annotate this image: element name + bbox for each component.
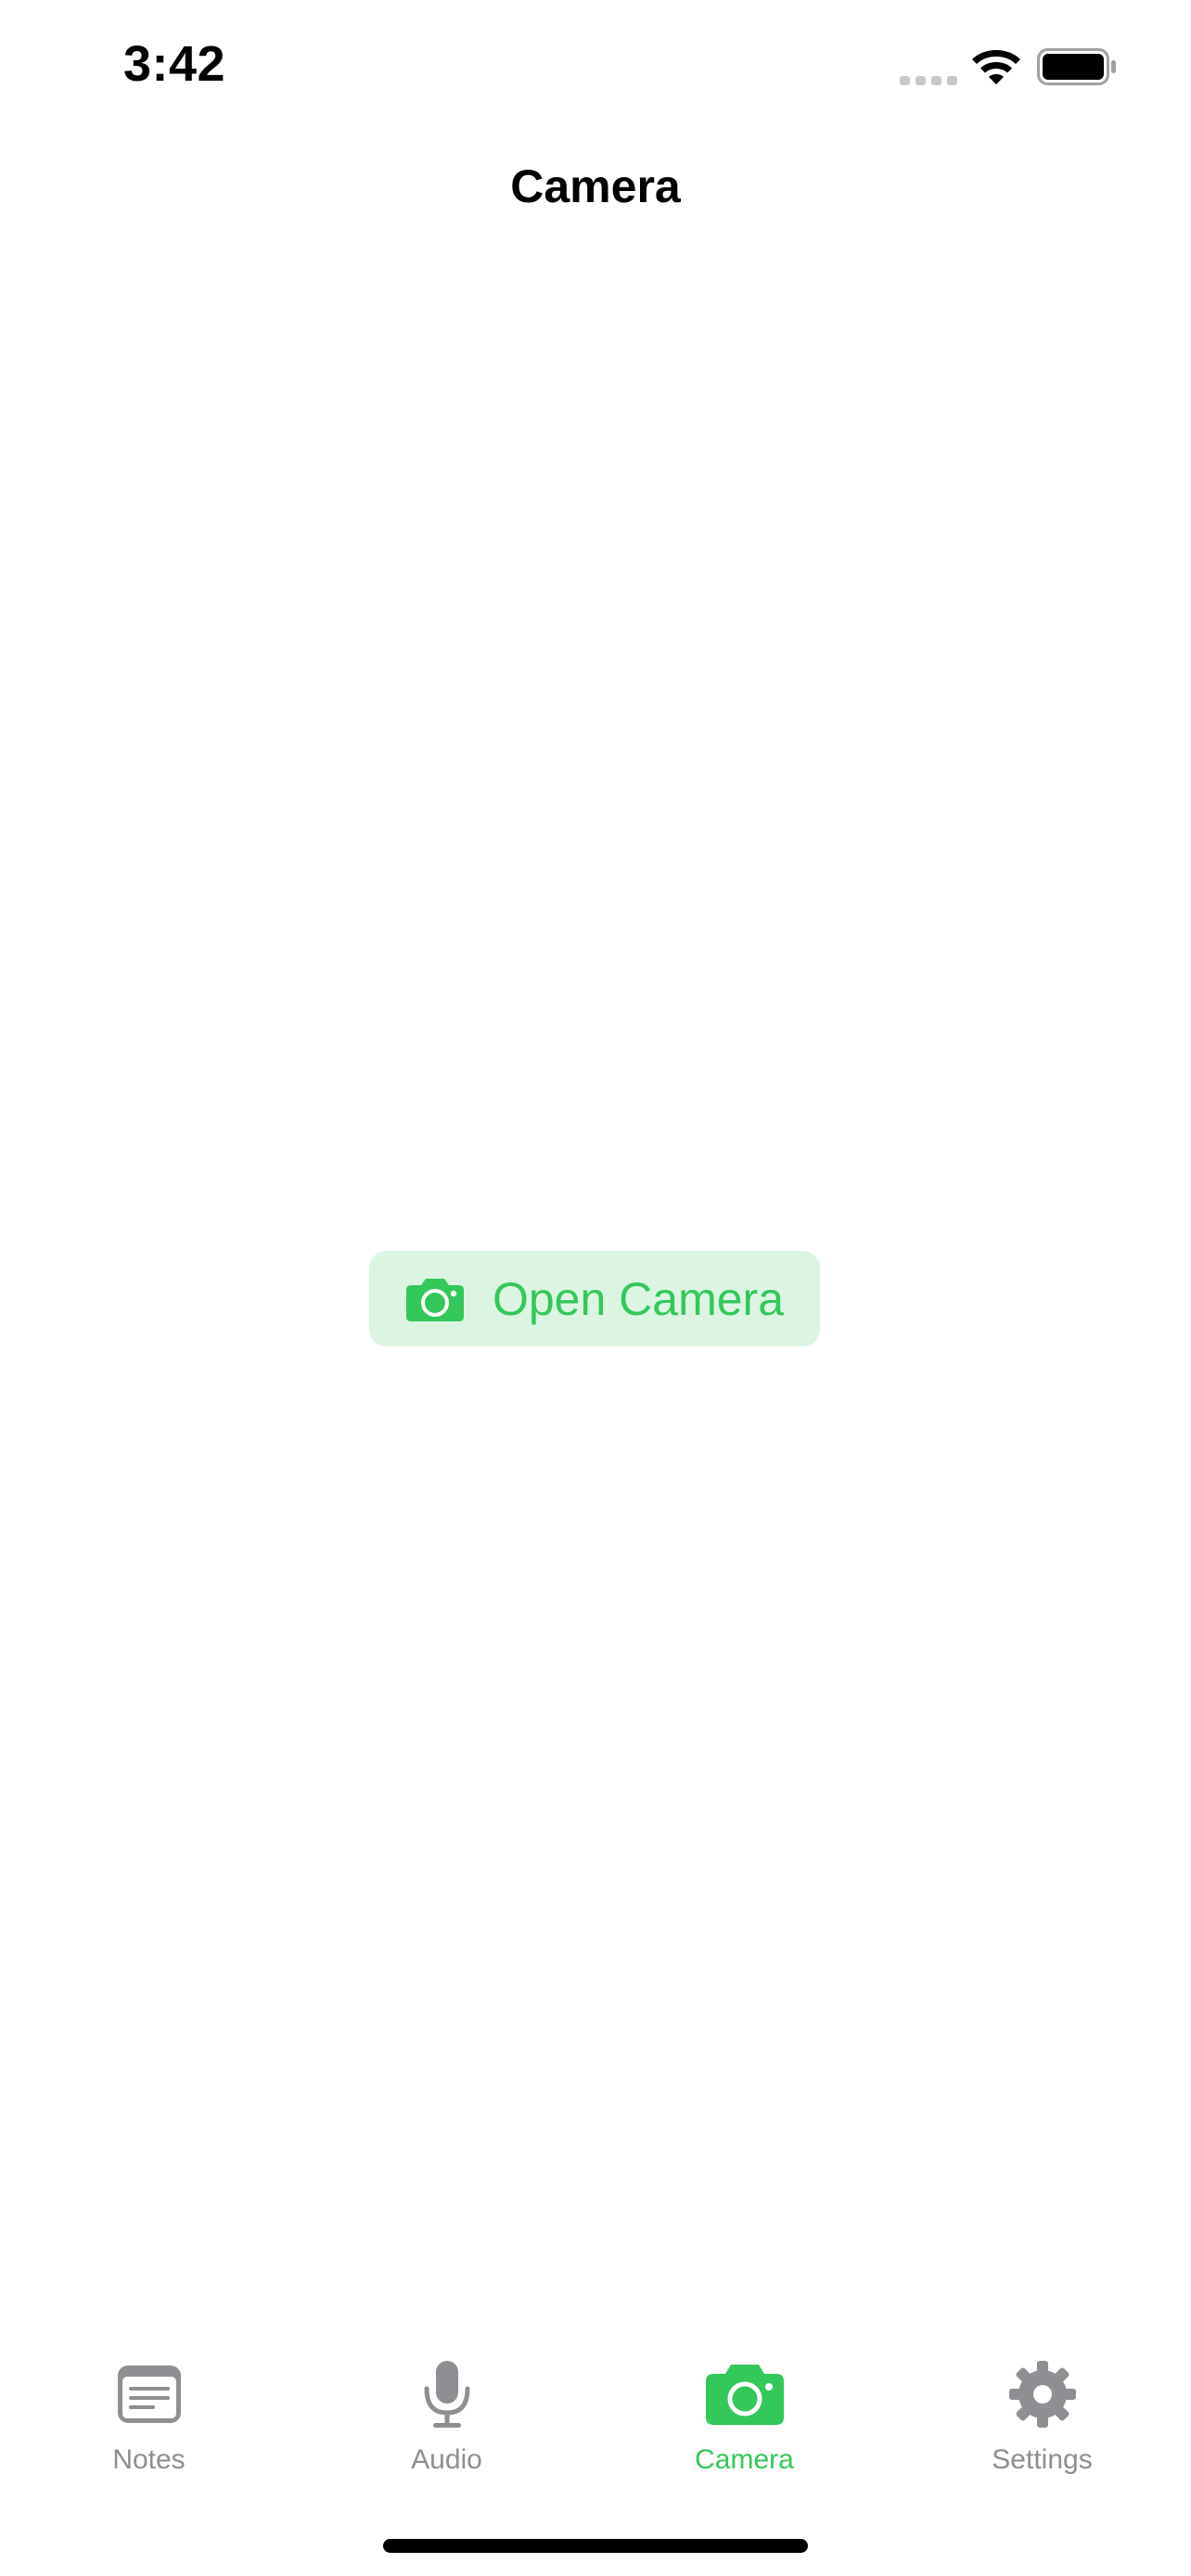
tab-bar: Notes Audio Camera Settings bbox=[0, 2346, 1191, 2494]
tab-settings[interactable]: Settings bbox=[893, 2346, 1191, 2494]
home-indicator[interactable] bbox=[383, 2539, 808, 2553]
wifi-icon bbox=[972, 50, 1020, 84]
page-title: Camera bbox=[510, 160, 681, 212]
status-bar: 3:42 bbox=[0, 0, 1191, 130]
tab-settings-label: Settings bbox=[992, 2444, 1093, 2475]
tab-audio-label: Audio bbox=[411, 2444, 482, 2475]
microphone-icon bbox=[424, 2361, 469, 2428]
tab-notes-label: Notes bbox=[112, 2444, 186, 2475]
camera-icon bbox=[705, 2365, 784, 2425]
open-camera-button[interactable]: Open Camera bbox=[369, 1251, 820, 1346]
tab-camera[interactable]: Camera bbox=[596, 2346, 893, 2494]
status-time: 3:42 bbox=[123, 36, 226, 92]
tab-camera-label: Camera bbox=[695, 2444, 794, 2475]
battery-full-icon bbox=[1037, 48, 1116, 85]
cellular-signal-icon bbox=[900, 76, 957, 85]
notes-icon bbox=[117, 2366, 181, 2423]
tab-notes[interactable]: Notes bbox=[0, 2346, 298, 2494]
open-camera-label: Open Camera bbox=[492, 1272, 785, 1325]
screen: 3:42 Camera Open Camera Notes Audio Came… bbox=[0, 0, 1191, 2576]
tab-audio[interactable]: Audio bbox=[298, 2346, 596, 2494]
gear-icon bbox=[1008, 2361, 1076, 2428]
camera-icon bbox=[405, 1278, 464, 1321]
